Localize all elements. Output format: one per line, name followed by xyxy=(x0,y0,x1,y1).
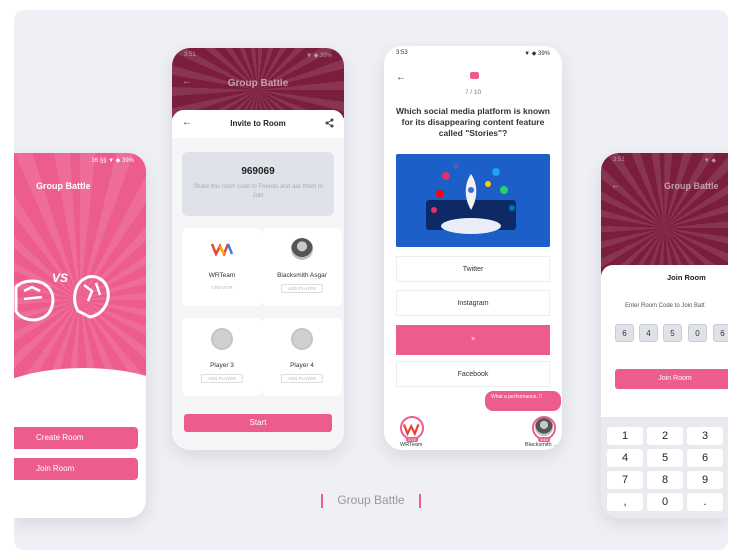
question-counter: 7 / 10 xyxy=(464,89,482,96)
player-tag: CREATOR xyxy=(211,285,233,290)
status-icons: ▼ ◆ xyxy=(703,158,716,164)
caption-text: Group Battle xyxy=(337,493,405,507)
keypad-key[interactable]: 7 xyxy=(607,471,643,489)
keypad-key[interactable]: 8 xyxy=(647,471,683,489)
room-code: 969069 xyxy=(241,166,275,177)
keypad-key[interactable]: 2 xyxy=(647,427,683,445)
player-slot-2: Blacksmith Asgar ADD PLAYER xyxy=(262,228,342,306)
home-screen: 16 §§ ▼ ◆ 39% Group Battle VS Create Roo… xyxy=(14,153,146,518)
player-name: Player 4 xyxy=(290,362,314,369)
back-arrow-icon[interactable]: ← xyxy=(396,72,406,83)
option-button[interactable]: Instagram xyxy=(396,290,550,316)
status-time: 3:53 xyxy=(396,50,408,56)
option-button[interactable]: Twitter xyxy=(396,256,550,282)
player-slot-4: Player 4 ADD PLAYER xyxy=(262,318,342,396)
avatar-placeholder-icon xyxy=(211,328,233,350)
showcase-canvas: 16 §§ ▼ ◆ 39% Group Battle VS Create Roo… xyxy=(14,10,728,550)
code-digit-box[interactable]: 4 xyxy=(639,324,658,342)
status-time: 3:51 xyxy=(184,52,196,58)
add-player-button[interactable]: ADD PLAYER xyxy=(280,374,324,383)
player-slot-3: Player 3 ADD PLAYER xyxy=(182,318,262,396)
back-arrow-icon[interactable]: ← xyxy=(611,180,620,190)
right-fist-icon xyxy=(73,275,110,319)
keypad-key[interactable]: 3 xyxy=(687,427,723,445)
join-room-button[interactable]: Join Room xyxy=(615,369,728,389)
code-digit-box[interactable]: 5 xyxy=(663,324,682,342)
player-slot-creator: WRTeam CREATOR xyxy=(182,228,262,306)
chat-bubble: What a performance..!! xyxy=(485,391,561,411)
wrteam-logo-icon xyxy=(211,243,233,256)
status-icons: ▼ ◆ 39% xyxy=(306,53,332,59)
player-avatar: 2/10 xyxy=(400,416,424,442)
enter-code-label: Enter Room Code to Join Batt xyxy=(625,303,705,309)
add-player-button[interactable]: ADD PLAYER xyxy=(280,284,324,293)
avatar-placeholder-icon xyxy=(291,328,313,350)
sheet-title: Invite to Room xyxy=(230,119,286,128)
sheet-title: Join Room xyxy=(667,273,706,282)
vs-label: VS xyxy=(52,271,69,285)
player-name: WRTeam xyxy=(208,272,236,279)
room-code-box[interactable]: 969069 Share this room code to Friends a… xyxy=(182,152,334,216)
keypad-key[interactable]: 1 xyxy=(607,427,643,445)
avatar xyxy=(291,238,313,260)
invite-screen: 3:51 ▼ ◆ 39% ← Group Battle ← Invite to … xyxy=(172,48,344,450)
create-room-button[interactable]: Create Room xyxy=(14,427,138,449)
invite-sheet: ← Invite to Room 969069 Share this room … xyxy=(172,110,344,450)
opponent-avatar: 3/10 xyxy=(532,416,556,442)
header-title: Group Battle xyxy=(227,78,289,89)
option-button-selected[interactable]: × xyxy=(396,325,550,355)
question-image xyxy=(396,154,550,247)
code-digit-box[interactable]: 6 xyxy=(615,324,634,342)
status-time: 3:51 xyxy=(613,157,625,163)
join-screen: 3:51 ▼ ◆ ← Group Battle Join Room Enter … xyxy=(601,153,728,518)
keypad-key[interactable]: 6 xyxy=(687,449,723,467)
header-title: Group Battle xyxy=(664,181,719,191)
quiz-screen: 3:53 ▼ ◆ 39% ← 7 / 10 Which social media… xyxy=(384,46,562,450)
share-hint: Share this room code to Friends and ask … xyxy=(193,184,323,199)
question-text: Which social media platform is known for… xyxy=(396,106,550,138)
opponent-name: Blacksmith ... xyxy=(525,442,558,448)
player-name: Blacksmith Asgar xyxy=(277,272,327,279)
chat-icon[interactable] xyxy=(470,72,479,79)
player-name: Player 3 xyxy=(210,362,234,369)
player-name: WRTeam xyxy=(400,442,423,448)
keypad-key[interactable]: 9 xyxy=(687,471,723,489)
option-button[interactable]: Facebook xyxy=(396,361,550,387)
status-icons: 16 §§ ▼ ◆ 39% xyxy=(91,158,134,164)
home-title: Group Battle xyxy=(36,181,91,191)
keypad-key[interactable]: 5 xyxy=(647,449,683,467)
wrteam-logo-icon xyxy=(403,423,420,437)
code-digit-box[interactable]: 0 xyxy=(688,324,707,342)
showcase-caption: Group Battle xyxy=(14,493,728,508)
share-icon[interactable] xyxy=(325,118,334,128)
join-room-button[interactable]: Join Room xyxy=(14,458,138,480)
add-player-button[interactable]: ADD PLAYER xyxy=(200,374,244,383)
start-button[interactable]: Start xyxy=(184,414,332,432)
code-digit-box[interactable]: 6 xyxy=(713,324,728,342)
keypad-key[interactable]: 4 xyxy=(607,449,643,467)
status-icons: ▼ ◆ 39% xyxy=(524,51,550,57)
